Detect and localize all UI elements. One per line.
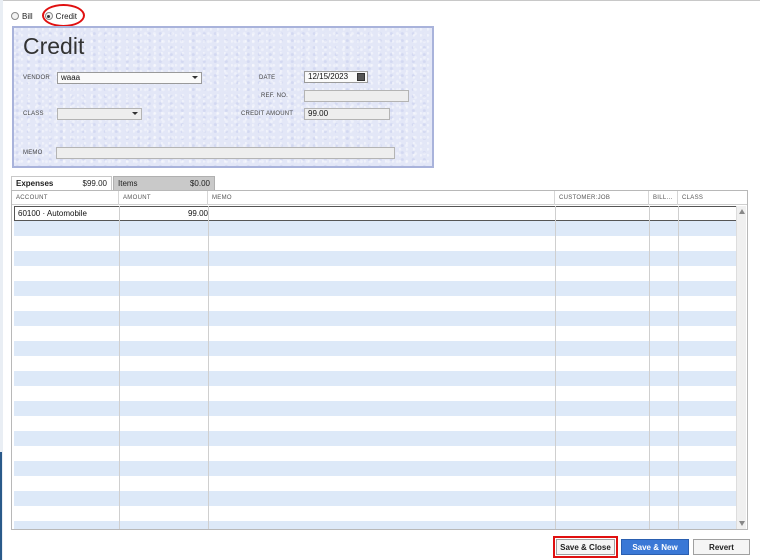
- date-value: 12/15/2023: [308, 72, 349, 81]
- form-title: Credit: [23, 33, 85, 59]
- credit-amount-label: CREDIT AMOUNT: [241, 111, 294, 117]
- table-row[interactable]: [14, 236, 737, 251]
- col-header-account[interactable]: ACCOUNT: [12, 191, 119, 205]
- credit-radio-highlight: [42, 4, 85, 27]
- col-header-class[interactable]: CLASS: [678, 191, 747, 205]
- table-row[interactable]: [14, 341, 737, 356]
- table-row[interactable]: 60100 · Automobile 99.00: [14, 206, 737, 221]
- col-divider: [555, 206, 556, 529]
- vertical-scrollbar[interactable]: [736, 206, 746, 529]
- table-row[interactable]: [14, 461, 737, 476]
- table-row[interactable]: [14, 401, 737, 416]
- save-close-button[interactable]: Save & Close: [556, 539, 615, 555]
- scroll-up-icon[interactable]: [739, 209, 745, 214]
- col-divider: [678, 206, 679, 529]
- vendor-label: VENDOR: [23, 75, 50, 81]
- col-header-billable[interactable]: BILL...: [649, 191, 678, 205]
- bill-radio-circle[interactable]: [11, 12, 19, 20]
- credit-amount-field[interactable]: 99.00: [304, 108, 390, 120]
- calendar-icon[interactable]: [357, 73, 365, 81]
- col-divider: [208, 206, 209, 529]
- date-label: DATE: [259, 75, 276, 81]
- table-row[interactable]: [14, 386, 737, 401]
- col-divider: [649, 206, 650, 529]
- table-row[interactable]: [14, 506, 737, 521]
- table-row[interactable]: [14, 266, 737, 281]
- refno-field[interactable]: [304, 90, 409, 102]
- grid-body: 60100 · Automobile 99.00: [14, 206, 737, 529]
- col-header-customer-job[interactable]: CUSTOMER:JOB: [555, 191, 649, 205]
- vendor-value: waaa: [61, 73, 81, 82]
- memo-label: MEMO: [23, 150, 43, 156]
- class-label: CLASS: [23, 111, 44, 117]
- table-row[interactable]: [14, 296, 737, 311]
- tab-items-amount: $0.00: [189, 179, 210, 188]
- tab-items[interactable]: Items $0.00: [113, 176, 215, 190]
- revert-button[interactable]: Revert: [693, 539, 750, 555]
- tab-expenses[interactable]: Expenses $99.00: [11, 176, 112, 190]
- row-amount[interactable]: 99.00: [15, 209, 208, 218]
- bill-radio[interactable]: Bill: [11, 12, 33, 21]
- chevron-down-icon[interactable]: [132, 112, 138, 115]
- credit-form-panel: Credit VENDOR waaa CLASS MEMO DATE 12/15…: [12, 26, 434, 168]
- table-row[interactable]: [14, 251, 737, 266]
- col-divider: [119, 206, 120, 529]
- bill-radio-label: Bill: [22, 11, 33, 21]
- window-left-accent: [0, 452, 2, 560]
- refno-label: REF. NO.: [261, 93, 288, 99]
- expenses-grid: ACCOUNT AMOUNT MEMO CUSTOMER:JOB BILL...…: [11, 190, 748, 530]
- vendor-dropdown[interactable]: waaa: [57, 72, 202, 84]
- memo-field[interactable]: [56, 147, 395, 159]
- tab-expenses-label: Expenses: [16, 179, 54, 188]
- table-row[interactable]: [14, 356, 737, 371]
- table-row[interactable]: [14, 311, 737, 326]
- chevron-down-icon[interactable]: [192, 76, 198, 79]
- table-row[interactable]: [14, 371, 737, 386]
- col-header-memo[interactable]: MEMO: [208, 191, 555, 205]
- save-new-button[interactable]: Save & New: [621, 539, 689, 555]
- date-field[interactable]: 12/15/2023: [304, 71, 368, 83]
- window-top-border: [0, 0, 760, 3]
- table-row[interactable]: [14, 281, 737, 296]
- class-dropdown[interactable]: [57, 108, 142, 120]
- grid-header: ACCOUNT AMOUNT MEMO CUSTOMER:JOB BILL...…: [12, 191, 747, 205]
- tab-expenses-amount: $99.00: [82, 179, 107, 188]
- table-row[interactable]: [14, 326, 737, 341]
- table-row[interactable]: [14, 431, 737, 446]
- col-header-amount[interactable]: AMOUNT: [119, 191, 208, 205]
- table-row[interactable]: [14, 491, 737, 506]
- table-row[interactable]: [14, 521, 737, 529]
- table-row[interactable]: [14, 221, 737, 236]
- table-row[interactable]: [14, 446, 737, 461]
- table-row[interactable]: [14, 416, 737, 431]
- tab-items-label: Items: [118, 179, 138, 188]
- scroll-down-icon[interactable]: [739, 521, 745, 526]
- table-row[interactable]: [14, 476, 737, 491]
